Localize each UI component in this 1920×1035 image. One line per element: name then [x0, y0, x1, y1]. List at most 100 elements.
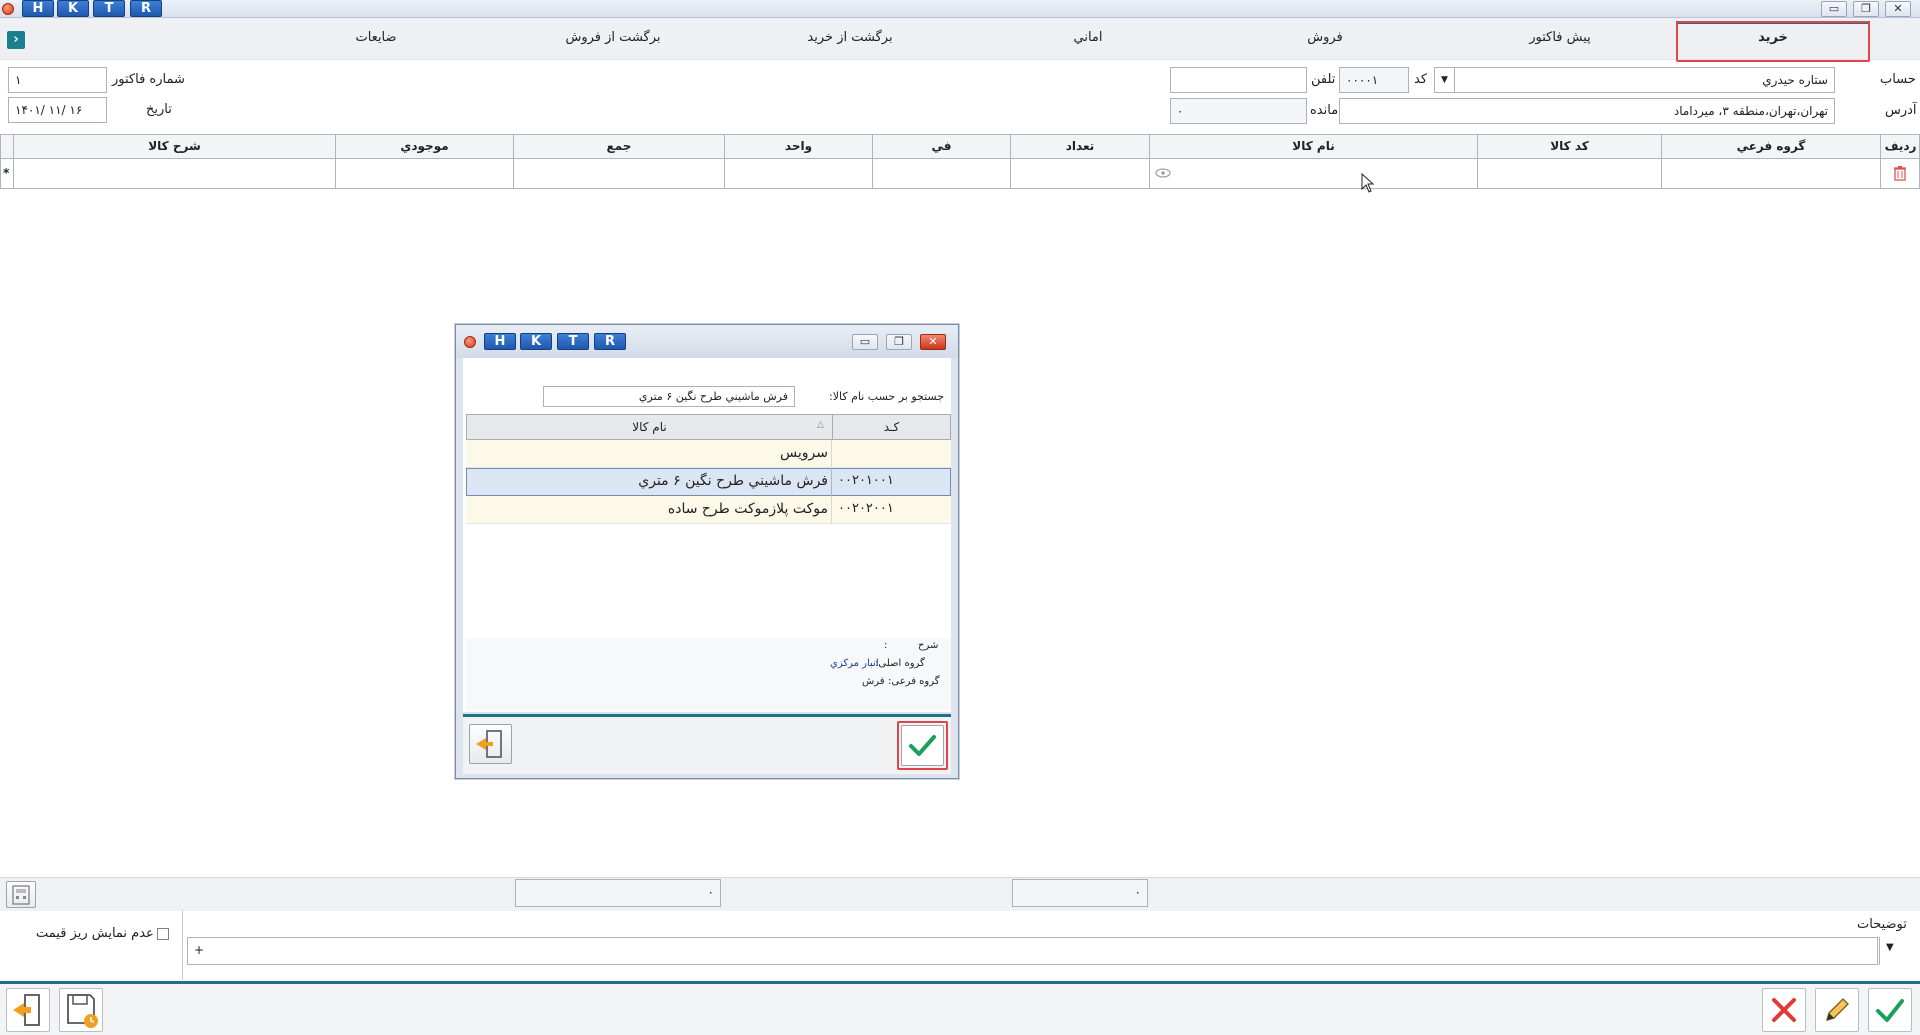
dialog-k-button[interactable]: K	[520, 333, 552, 350]
phone-field[interactable]	[1170, 67, 1307, 93]
dialog-col-code[interactable]: کـد	[832, 414, 951, 440]
sub-group-value: فرش	[862, 676, 885, 687]
balance-label: مانده	[1310, 103, 1339, 118]
col-item-name[interactable]: نام کالا	[1149, 134, 1477, 159]
col-row-number[interactable]: رديف	[1880, 134, 1920, 159]
col-subgroup[interactable]: گروه فرعي	[1661, 134, 1880, 159]
exit-icon[interactable]	[469, 724, 512, 764]
cancel-x-icon[interactable]	[1762, 988, 1806, 1032]
notes-field[interactable]: +	[187, 937, 1878, 965]
total-amount: ۰	[1012, 879, 1148, 907]
cell-total[interactable]	[513, 159, 724, 189]
tab-sales[interactable]: فروش	[1245, 30, 1405, 52]
address-label: آدرس	[1885, 103, 1917, 118]
invoice-number-field[interactable]: ۱	[8, 67, 107, 93]
invoice-number-label: شماره فاکتور	[112, 72, 185, 87]
dialog-restore-icon[interactable]: ❐	[886, 334, 912, 350]
desc-label: شرح	[918, 640, 939, 651]
restore-icon[interactable]: ❐	[1853, 1, 1879, 17]
sort-ascending-icon: △	[817, 420, 824, 430]
mouse-cursor-icon	[1361, 172, 1375, 193]
account-label: طرف حساب	[1880, 72, 1920, 87]
address-field[interactable]: تهران،تهران،منطقه ۳، ميرداماد	[1339, 98, 1835, 124]
row-2-name: فرش ماشيني طرح نگين ۶ متري	[638, 473, 828, 489]
col-quantity[interactable]: تعداد	[1010, 134, 1149, 159]
phone-label: تلفن	[1311, 72, 1336, 87]
notes-dropdown-icon[interactable]: ▼	[1886, 942, 1894, 953]
code-label: کد	[1414, 72, 1428, 87]
date-label: تاريخ	[146, 102, 172, 117]
cell-quantity[interactable]	[1010, 159, 1149, 189]
new-row-marker: *	[3, 166, 10, 180]
account-field[interactable]: ستاره حيدري	[1454, 67, 1835, 93]
item-details-panel	[466, 638, 951, 710]
search-input[interactable]: فرش ماشيني طرح نگين ۶ متري	[543, 386, 795, 407]
minimize-icon[interactable]: ▭	[1821, 1, 1847, 17]
row-2-code: ۰۰۲۰۱۰۰۱	[838, 473, 894, 488]
tab-proforma[interactable]: پیش فاکتور	[1480, 30, 1640, 52]
hide-decimals-label: عدم نمايش ريز قيمت	[36, 926, 154, 941]
cell-unit[interactable]	[724, 159, 872, 189]
col-stock[interactable]: موجودي	[335, 134, 513, 159]
search-label: جستجو بر حسب نام کالا:	[829, 390, 945, 403]
k-button[interactable]: K	[57, 0, 89, 17]
col-item-code[interactable]: کد کالا	[1477, 134, 1661, 159]
dialog-col-name[interactable]: نام کالا	[466, 414, 833, 440]
confirm-check-icon[interactable]	[901, 725, 944, 766]
h-button[interactable]: H	[22, 0, 54, 17]
total-quantity: ۰	[515, 879, 721, 907]
dialog-menu-icon[interactable]	[464, 336, 476, 348]
dialog-r-button[interactable]: R	[594, 333, 626, 350]
row-3-code: ۰۰۲۰۲۰۰۱	[838, 501, 894, 516]
code-field[interactable]: ۰۰۰۰۱	[1339, 67, 1409, 93]
sub-group-label: گروه فرعی:	[888, 676, 940, 687]
exit-form-icon[interactable]	[6, 988, 50, 1032]
col-total[interactable]: جمع	[513, 134, 724, 159]
close-icon[interactable]: ✕	[1885, 1, 1911, 17]
account-dropdown-icon[interactable]: ▼	[1434, 67, 1455, 93]
delete-row-icon[interactable]	[1893, 165, 1907, 181]
edit-pencil-icon[interactable]	[1815, 988, 1859, 1032]
tab-waste[interactable]: ضايعات	[296, 30, 456, 52]
tab-highlight-box	[1676, 21, 1870, 62]
tab-sales-return[interactable]: برگشت از فروش	[533, 30, 693, 52]
dialog-footer	[463, 714, 951, 774]
dialog-close-icon[interactable]: ✕	[920, 334, 946, 350]
main-group-value: انبار مرکزي	[830, 658, 879, 669]
dialog-h-button[interactable]: H	[484, 333, 516, 350]
divider	[182, 910, 183, 980]
cell-item-code[interactable]	[1477, 159, 1661, 189]
col-unit-price[interactable]: في	[872, 134, 1010, 159]
cell-unit-price[interactable]	[872, 159, 1010, 189]
bottom-toolbar	[0, 981, 1920, 1035]
calculator-icon[interactable]	[6, 881, 36, 908]
hide-decimals-checkbox[interactable]	[157, 928, 169, 940]
save-check-icon[interactable]	[1868, 988, 1912, 1032]
r-button[interactable]: R	[130, 0, 162, 17]
save-draft-icon[interactable]	[59, 988, 103, 1032]
dialog-minimize-icon[interactable]: ▭	[852, 334, 878, 350]
cell-subgroup[interactable]	[1661, 159, 1880, 189]
tab-consignment[interactable]: اماني	[1008, 30, 1168, 52]
date-field[interactable]: ۱۴۰۱/ ۱۱/ ۱۶	[8, 97, 107, 123]
summary-bar	[0, 877, 1920, 911]
chevron-right-icon[interactable]: ›	[7, 31, 25, 49]
eye-icon[interactable]	[1154, 167, 1172, 179]
t-button[interactable]: T	[93, 0, 125, 17]
col-description[interactable]: شرح کالا	[13, 134, 335, 159]
app-titlebar	[0, 0, 1920, 18]
app-menu-icon[interactable]	[2, 3, 14, 15]
notes-label: توضيحات	[1857, 917, 1907, 932]
desc-value: :	[884, 640, 888, 651]
balance-field: ۰	[1170, 98, 1307, 124]
dialog-t-button[interactable]: T	[557, 333, 589, 350]
row-1-name: سرويس	[780, 445, 828, 461]
cell-description[interactable]	[13, 159, 335, 189]
cell-stock[interactable]	[335, 159, 513, 189]
cell-item-name[interactable]	[1149, 159, 1477, 189]
main-group-label: گروه اصلی:	[875, 658, 925, 669]
row-3-name: موکت پلازموکت طرح ساده	[667, 501, 828, 517]
tab-purchase-return[interactable]: برگشت از خريد	[770, 30, 930, 52]
col-unit[interactable]: واحد	[724, 134, 872, 159]
divider	[1879, 937, 1880, 965]
